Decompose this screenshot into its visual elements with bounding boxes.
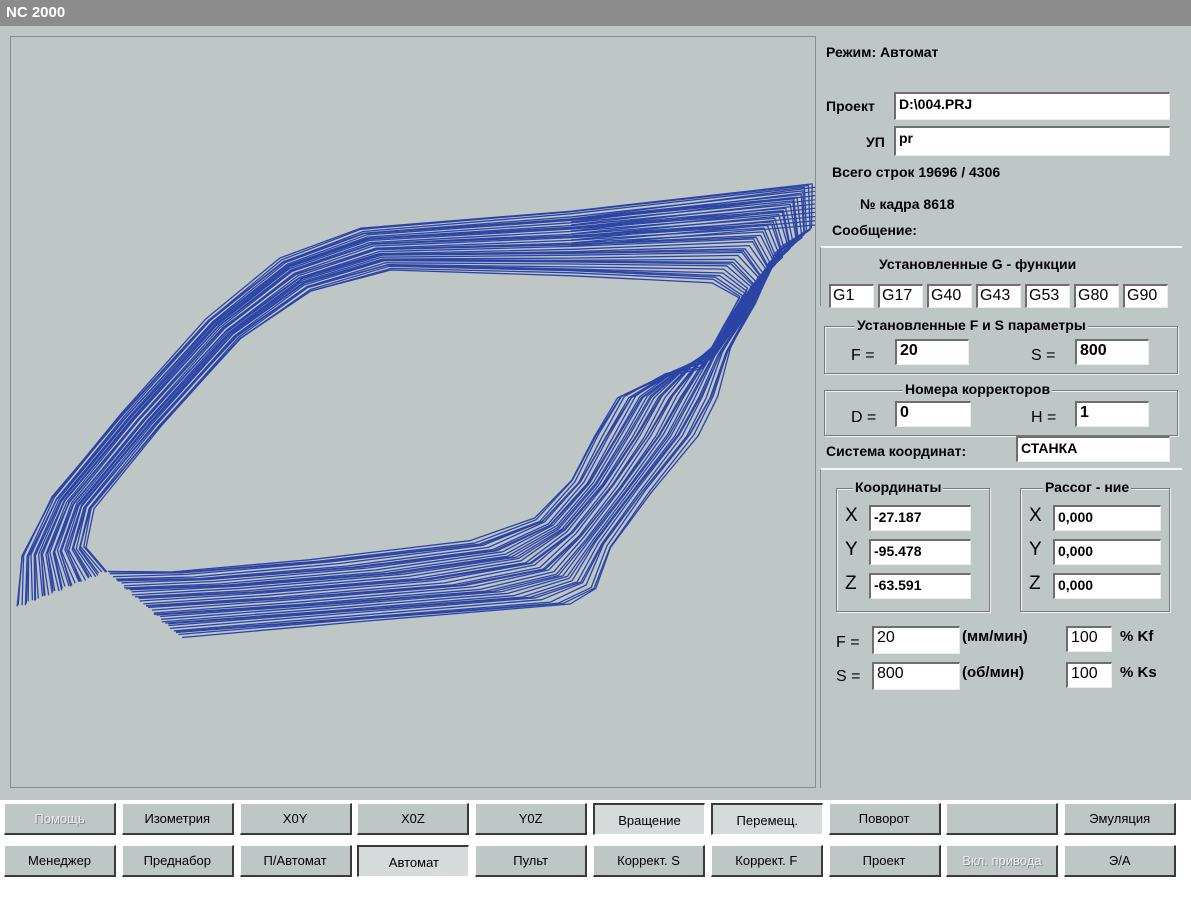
control-panel: Режим: Автомат Проект D:\004.PRJ УП pr В… — [820, 36, 1182, 788]
fs-s-field[interactable]: 800 — [1075, 339, 1149, 365]
toolbar-top-button-помощь[interactable]: Помощь — [4, 803, 116, 835]
coord-axis-x: X — [845, 505, 858, 526]
toolpath-pass — [59, 244, 769, 598]
mismatch-group: Рассог - ние X 0,000 Y 0,000 Z 0,000 — [1020, 479, 1170, 612]
feed-kf-field[interactable]: 100 — [1066, 626, 1112, 652]
fs-title: Установленные F и S параметры — [855, 317, 1088, 333]
gcode-g40: G40 — [927, 284, 972, 308]
gfunc-section: Установленные G - функции G1 G17 G40 G43 G53… — [820, 246, 1182, 308]
corr-d-label: D = — [851, 409, 877, 426]
toolbar-top-button-empty[interactable] — [946, 803, 1059, 835]
feed-kf-label: % Kf — [1120, 628, 1154, 645]
mismatch-title: Рассог - ние — [1043, 479, 1132, 495]
toolpath-pass — [68, 258, 757, 589]
fs-f-field[interactable]: 20 — [895, 339, 969, 365]
toolpath-pass — [78, 264, 748, 580]
frame-number-label: № кадра 8618 — [860, 196, 955, 212]
toolbar-bottom-button-коррект-s[interactable]: Коррект. S — [593, 845, 705, 877]
mismatch-z-field[interactable]: 0,000 — [1053, 573, 1161, 599]
coord-y-field[interactable]: -95.478 — [869, 539, 971, 565]
gcode-g80: G80 — [1074, 284, 1119, 308]
coords-title: Координаты — [853, 479, 944, 495]
toolbar-top-button-перемещ[interactable]: Перемещ. — [710, 803, 823, 835]
coord-axis-z: Z — [845, 573, 857, 594]
toolpath-pass — [72, 262, 752, 582]
coord-x-field[interactable]: -27.187 — [869, 505, 971, 531]
mismatch-axis-y: Y — [1029, 539, 1042, 560]
feed-f-unit: (мм/мин) — [962, 628, 1028, 645]
toolbar-top-button-x0y[interactable]: X0Y — [239, 803, 352, 835]
program-label: УП — [866, 134, 885, 150]
feed-f-label: F = — [836, 634, 860, 651]
project-label: Проект — [826, 98, 875, 114]
feed-f-field[interactable]: 20 — [872, 626, 960, 654]
coordsys-label: Система координат: — [826, 443, 967, 459]
gcode-g90: G90 — [1123, 284, 1168, 308]
message-label: Сообщение: — [832, 222, 917, 238]
toolbar-bottom: Менеджер Преднабор П/Автомат Автомат Пульт Ко… — [0, 842, 1191, 880]
feed-s-unit: (об/мин) — [962, 664, 1024, 681]
correctors-group: Номера корректоров D = 0 H = 1 — [824, 381, 1178, 436]
title-bar: NC 2000 — [0, 0, 1191, 26]
mismatch-axis-z: Z — [1029, 573, 1041, 594]
coordsys-field[interactable]: СТАНКА — [1016, 436, 1170, 462]
mismatch-axis-x: X — [1029, 505, 1042, 526]
gcode-g17: G17 — [878, 284, 923, 308]
toolbar-bottom-button-проект[interactable]: Проект — [828, 845, 941, 877]
toolbar-bottom-button-коррект-f[interactable]: Коррект. F — [710, 845, 823, 877]
gfunc-title: Установленные G - функции — [877, 256, 1079, 272]
toolpath-pass — [79, 265, 744, 575]
mismatch-x-field[interactable]: 0,000 — [1053, 505, 1161, 531]
toolpath-canvas — [16, 183, 815, 639]
correctors-title: Номера корректоров — [903, 381, 1053, 397]
program-field[interactable]: pr — [894, 126, 1170, 156]
gcode-g1: G1 — [829, 284, 874, 308]
toolbar-bottom-button-э-а[interactable]: Э/А — [1064, 845, 1177, 877]
gcode-g53: G53 — [1025, 284, 1070, 308]
toolbar-top-button-x0z[interactable]: X0Z — [357, 803, 470, 835]
toolbar-bottom-button-п-автомат[interactable]: П/Автомат — [239, 845, 352, 877]
toolbar-bottom-button-вкл-привода[interactable]: Вкл. привода — [946, 845, 1059, 877]
mode-label: Режим: Автомат — [826, 44, 939, 60]
project-field[interactable]: D:\004.PRJ — [894, 92, 1170, 120]
fs-s-label: S = — [1031, 347, 1056, 364]
corr-h-label: H = — [1031, 409, 1057, 426]
corr-h-field[interactable]: 1 — [1075, 401, 1149, 427]
toolbar-bottom-button-автомат[interactable]: Автомат — [357, 845, 470, 877]
coords-group: Координаты X -27.187 Y -95.478 Z -63.591 — [836, 479, 990, 612]
toolbar-top-button-y0z[interactable]: Y0Z — [475, 803, 588, 835]
fs-f-label: F = — [851, 347, 875, 364]
toolbar-bottom-button-менеджер[interactable]: Менеджер — [4, 845, 116, 877]
coord-z-field[interactable]: -63.591 — [869, 573, 971, 599]
toolbar-top-button-вращение[interactable]: Вращение — [593, 803, 705, 835]
toolbar-bottom-button-пульт[interactable]: Пульт — [475, 845, 588, 877]
fs-group: Установленные F и S параметры F = 20 S =… — [824, 317, 1178, 374]
gcode-g43: G43 — [976, 284, 1021, 308]
toolbar-top-button-эмуляция[interactable]: Эмуляция — [1064, 803, 1177, 835]
feed-ks-label: % Ks — [1120, 664, 1157, 681]
feed-s-field[interactable]: 800 — [872, 662, 960, 690]
feed-ks-field[interactable]: 100 — [1066, 662, 1112, 688]
toolpath-viewport[interactable] — [10, 36, 816, 788]
toolbar-top-button-изометрия[interactable]: Изометрия — [121, 803, 234, 835]
total-lines-label: Всего строк 19696 / 4306 — [832, 164, 1001, 180]
gfunc-group: Установленные G - функции G1 G17 G40 G43 G53… — [825, 256, 1179, 308]
toolbar-top: Помощь Изометрия X0Y X0Z Y0Z Вращение Перемещ.… — [0, 800, 1191, 838]
toolbar-top-button-поворот[interactable]: Поворот — [828, 803, 941, 835]
toolpath-pass — [56, 238, 770, 600]
window-title: NC 2000 — [6, 4, 66, 21]
coord-axis-y: Y — [845, 539, 858, 560]
corr-d-field[interactable]: 0 — [895, 401, 971, 427]
mismatch-y-field[interactable]: 0,000 — [1053, 539, 1161, 565]
toolbar-bottom-button-преднабор[interactable]: Преднабор — [121, 845, 234, 877]
feed-s-label: S = — [836, 668, 861, 685]
